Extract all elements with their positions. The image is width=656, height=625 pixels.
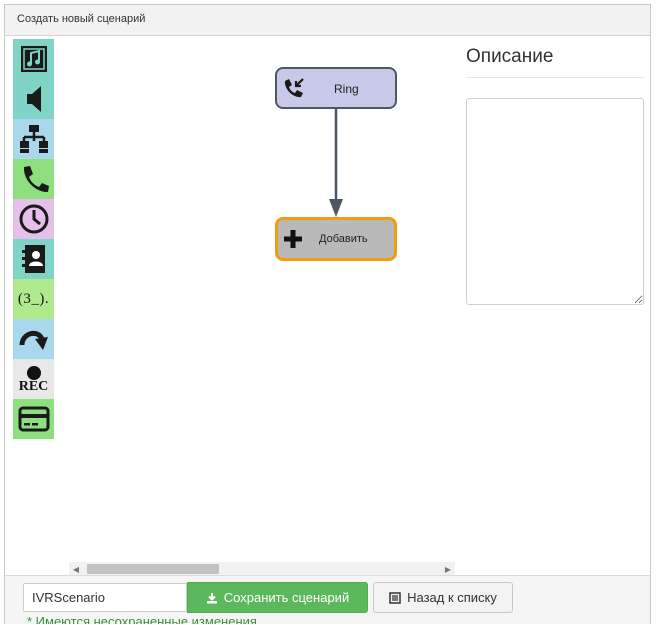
- incoming-call-icon: [284, 78, 304, 98]
- speaker-icon: [26, 86, 41, 112]
- tool-number-input[interactable]: (3_).: [13, 279, 54, 319]
- scenario-name-input[interactable]: [23, 583, 187, 612]
- tool-goto[interactable]: [13, 319, 54, 359]
- record-label: REC: [18, 378, 49, 394]
- ring-node-label: Ring: [334, 82, 359, 96]
- clock-icon: [19, 204, 48, 234]
- window-title: Создать новый сценарий: [17, 13, 146, 25]
- back-to-list-label: Назад к списку: [407, 590, 497, 605]
- description-divider: [466, 77, 644, 78]
- flow-node-ring[interactable]: Ring: [275, 67, 397, 109]
- address-book-icon: [21, 245, 45, 273]
- phone-icon: [23, 166, 49, 193]
- tool-payment[interactable]: [13, 399, 54, 439]
- tool-speaker[interactable]: [13, 79, 54, 119]
- redirect-arrow-icon: [19, 330, 48, 350]
- list-icon: [389, 591, 401, 604]
- back-to-list-button[interactable]: Назад к списку: [373, 582, 513, 613]
- tool-play-music[interactable]: [13, 39, 54, 79]
- description-heading: Описание: [466, 46, 554, 67]
- scrollbar-thumb[interactable]: [87, 564, 219, 574]
- footer-toolbar: Сохранить сценарий Назад к списку * Имею…: [5, 575, 650, 624]
- scroll-left-arrow-icon[interactable]: ◀: [69, 562, 83, 576]
- add-node-button[interactable]: Добавить: [275, 217, 397, 261]
- music-note-icon: [20, 46, 47, 72]
- description-textarea[interactable]: [466, 98, 644, 305]
- tool-schedule[interactable]: [13, 199, 54, 239]
- scenario-editor-window: Создать новый сценарий (3_). REC Ring До…: [4, 4, 651, 624]
- save-scenario-button[interactable]: Сохранить сценарий: [187, 582, 368, 613]
- credit-card-icon: [18, 406, 49, 432]
- scroll-right-arrow-icon[interactable]: ▶: [441, 562, 455, 576]
- tool-ivr-menu[interactable]: [13, 119, 54, 159]
- unsaved-changes-notice: * Имеются несохраненные изменения: [27, 614, 257, 624]
- title-bar: Создать новый сценарий: [5, 5, 650, 36]
- plus-icon: [284, 230, 302, 248]
- download-icon: [206, 592, 217, 603]
- canvas-horizontal-scrollbar[interactable]: ◀ ▶: [69, 562, 455, 576]
- add-node-label: Добавить: [319, 233, 368, 245]
- tool-call[interactable]: [13, 159, 54, 199]
- tool-contacts[interactable]: [13, 239, 54, 279]
- flow-canvas[interactable]: Ring Добавить: [65, 39, 455, 569]
- hierarchy-icon: [19, 125, 48, 153]
- save-scenario-label: Сохранить сценарий: [223, 590, 350, 605]
- tool-record[interactable]: REC: [13, 359, 54, 399]
- tool-palette: (3_). REC: [13, 39, 54, 439]
- number-input-icon: (3_).: [17, 290, 50, 307]
- record-icon: [26, 365, 41, 380]
